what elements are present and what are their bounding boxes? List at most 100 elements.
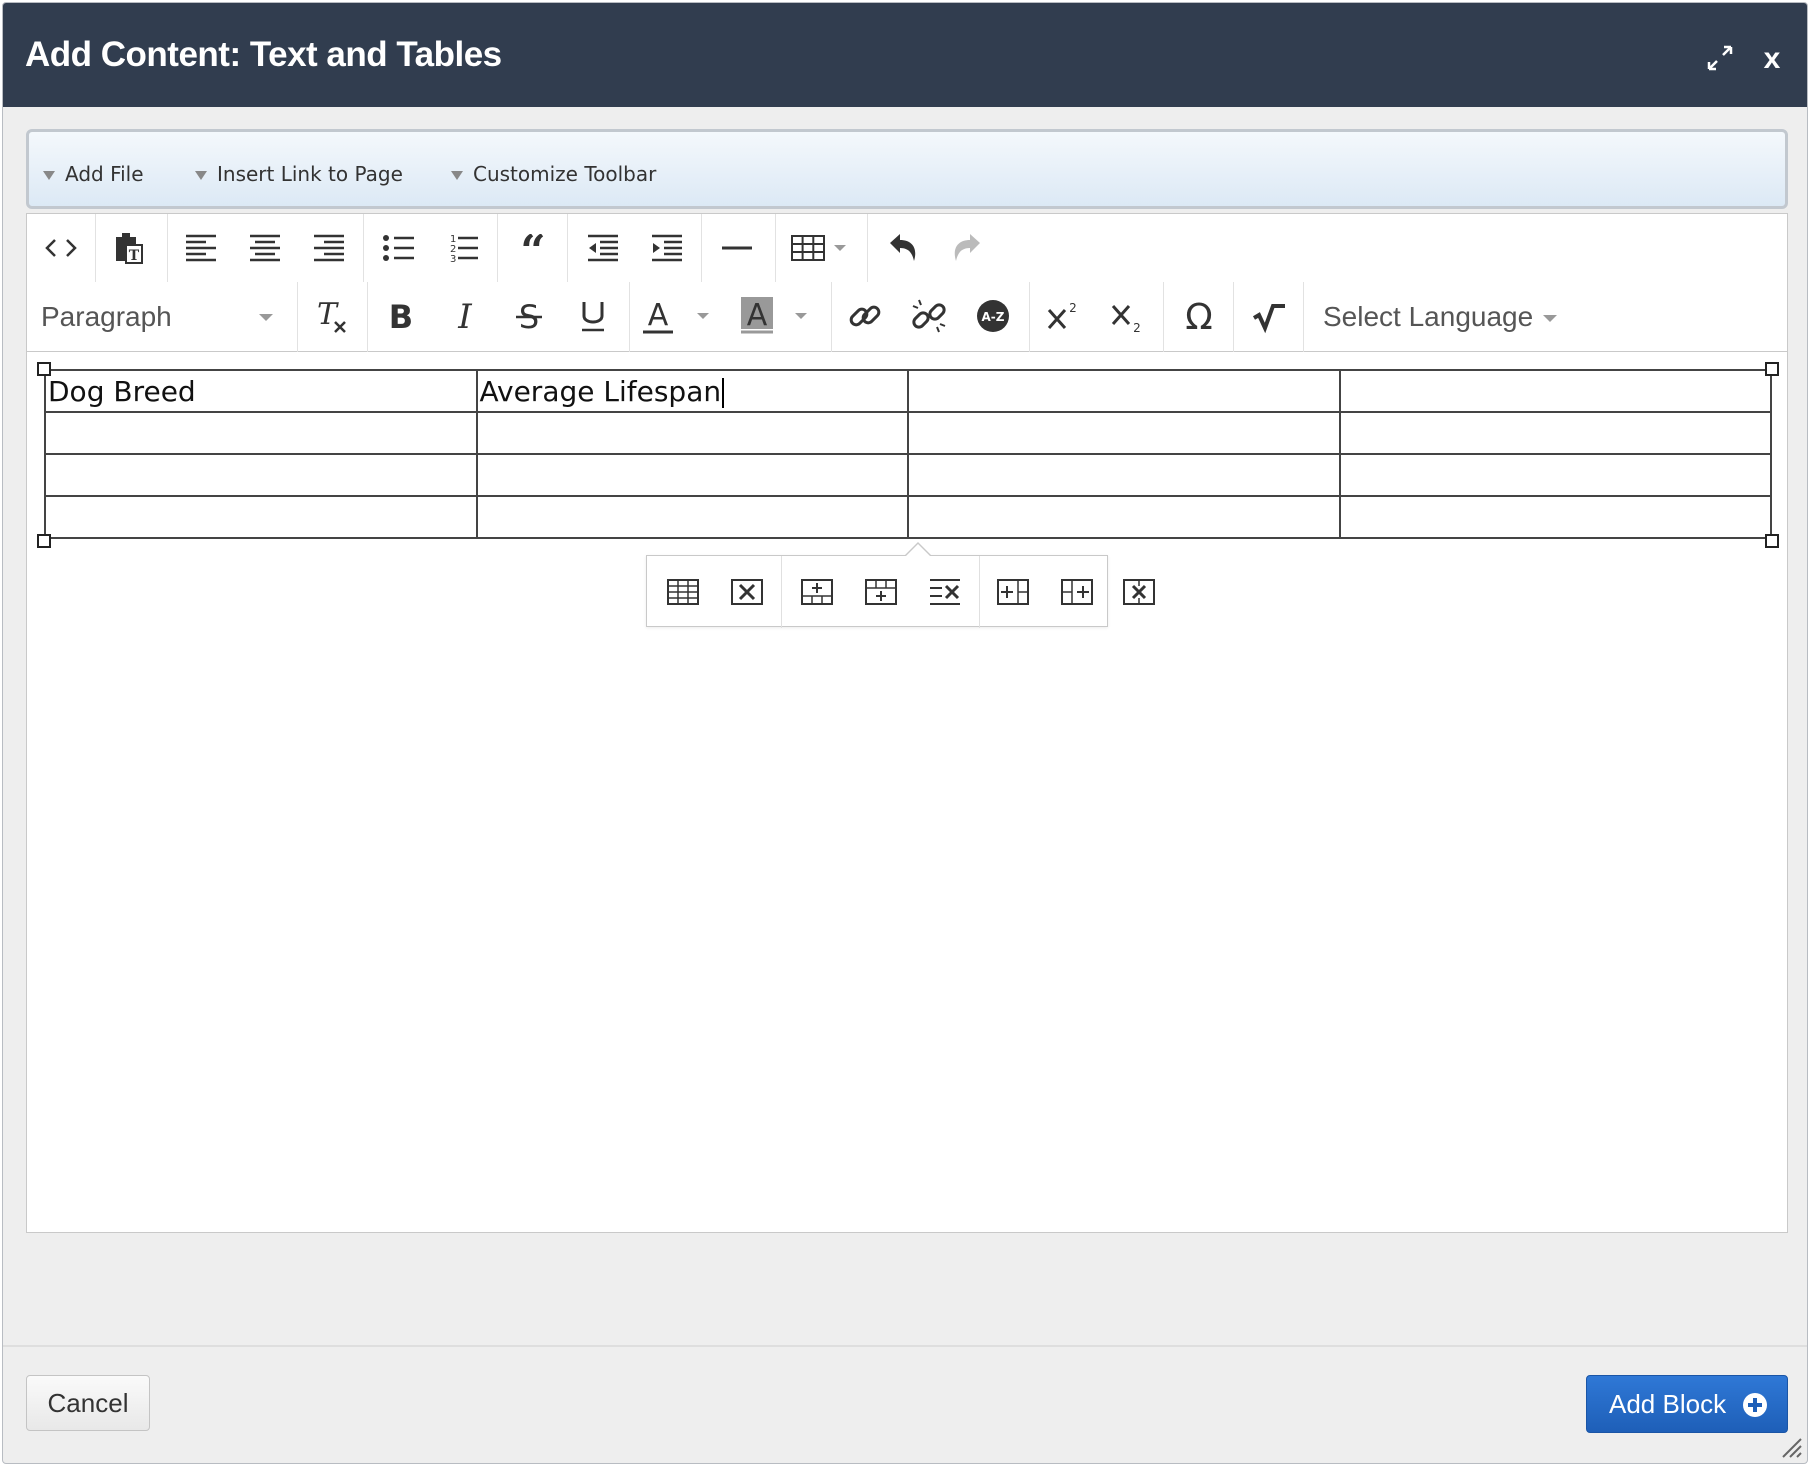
table-icon[interactable] bbox=[783, 222, 861, 274]
table-cell[interactable] bbox=[907, 411, 1341, 455]
dialog-resize-grip[interactable] bbox=[1777, 1433, 1803, 1459]
insert-link-to-page-menu[interactable]: Insert Link to Page bbox=[195, 162, 403, 186]
table-row: Dog Breed Average Lifespan bbox=[44, 369, 1772, 413]
delete-table-icon[interactable] bbox=[721, 566, 773, 618]
align-right-icon[interactable] bbox=[303, 222, 355, 274]
expand-icon[interactable] bbox=[1703, 41, 1737, 75]
underline-icon[interactable] bbox=[567, 290, 619, 342]
customize-toolbar-label: Customize Toolbar bbox=[473, 162, 657, 186]
background-color-icon[interactable]: A bbox=[735, 290, 819, 342]
table-cell[interactable] bbox=[44, 495, 478, 539]
resize-handle-top-right[interactable] bbox=[1765, 362, 1779, 376]
clear-formatting-icon[interactable]: T bbox=[305, 290, 357, 342]
table-cell[interactable] bbox=[1338, 453, 1772, 497]
insert-column-before-icon[interactable] bbox=[987, 566, 1039, 618]
svg-text:T: T bbox=[129, 248, 140, 264]
table-cell[interactable] bbox=[475, 495, 909, 539]
bullet-list-icon[interactable] bbox=[373, 222, 425, 274]
resize-handle-bottom-right[interactable] bbox=[1765, 534, 1779, 548]
link-icon[interactable] bbox=[839, 290, 891, 342]
paragraph-format-value: Paragraph bbox=[41, 301, 172, 332]
math-equation-icon[interactable] bbox=[1243, 290, 1295, 342]
toolbar-separator bbox=[979, 556, 980, 628]
toolbar-separator bbox=[95, 214, 96, 282]
table-cell[interactable] bbox=[475, 411, 909, 455]
table-cell[interactable] bbox=[1338, 411, 1772, 455]
svg-text:A: A bbox=[648, 298, 669, 333]
blockquote-icon[interactable]: “ bbox=[507, 222, 559, 274]
add-file-menu[interactable]: Add File bbox=[43, 162, 144, 186]
resize-handle-bottom-left[interactable] bbox=[37, 534, 51, 548]
table-cell[interactable] bbox=[44, 411, 478, 455]
delete-column-icon[interactable] bbox=[1113, 566, 1165, 618]
toolbar-separator bbox=[781, 556, 782, 628]
toolbar-separator bbox=[363, 214, 364, 282]
align-left-icon[interactable] bbox=[175, 222, 227, 274]
toolbar-separator bbox=[701, 214, 702, 282]
toolbar-separator bbox=[1163, 282, 1164, 352]
toolbar-separator bbox=[867, 214, 868, 282]
table-cell[interactable] bbox=[907, 369, 1341, 413]
text-cursor bbox=[722, 377, 725, 408]
add-file-label: Add File bbox=[65, 162, 144, 186]
special-character-icon[interactable]: Ω bbox=[1173, 290, 1225, 342]
close-button[interactable]: x bbox=[1755, 39, 1789, 79]
toolbar-separator bbox=[497, 214, 498, 282]
dropdown-arrow-icon bbox=[195, 171, 207, 180]
toolbar-separator bbox=[167, 214, 168, 282]
language-select[interactable]: Select Language bbox=[1323, 294, 1593, 340]
indent-icon[interactable] bbox=[641, 222, 693, 274]
glossary-icon[interactable]: A-Z bbox=[967, 290, 1019, 342]
paragraph-format-select[interactable]: Paragraph bbox=[41, 294, 281, 340]
insert-column-after-icon[interactable] bbox=[1051, 566, 1103, 618]
align-center-icon[interactable] bbox=[239, 222, 291, 274]
delete-row-icon[interactable] bbox=[919, 566, 971, 618]
content-table[interactable]: Dog Breed Average Lifespan bbox=[44, 369, 1772, 539]
table-row bbox=[44, 453, 1772, 497]
source-code-icon[interactable] bbox=[35, 222, 87, 274]
superscript-icon[interactable]: 2 bbox=[1037, 290, 1089, 342]
strikethrough-icon[interactable]: S bbox=[503, 290, 555, 342]
text-color-icon[interactable]: A bbox=[637, 290, 721, 342]
svg-text:B: B bbox=[389, 299, 413, 333]
toolbar-separator bbox=[1233, 282, 1234, 352]
table-cell[interactable] bbox=[1338, 495, 1772, 539]
table-properties-icon[interactable] bbox=[657, 566, 709, 618]
unlink-icon[interactable] bbox=[903, 290, 955, 342]
dialog-titlebar: Add Content: Text and Tables x bbox=[3, 3, 1807, 107]
redo-icon[interactable] bbox=[941, 222, 993, 274]
table-cell[interactable] bbox=[1338, 369, 1772, 413]
svg-text:T: T bbox=[317, 298, 339, 332]
italic-icon[interactable]: I bbox=[439, 290, 491, 342]
svg-text:2: 2 bbox=[1133, 321, 1141, 334]
table-cell[interactable]: Dog Breed bbox=[44, 369, 478, 413]
dropdown-arrow-icon bbox=[43, 171, 55, 180]
table-cell[interactable]: Average Lifespan bbox=[475, 369, 909, 413]
editor-content-area[interactable]: Dog Breed Average Lifespan bbox=[27, 353, 1787, 1232]
table-row bbox=[44, 411, 1772, 455]
toolbar-separator bbox=[367, 282, 368, 352]
table-cell[interactable] bbox=[907, 495, 1341, 539]
bold-icon[interactable]: B bbox=[375, 290, 427, 342]
table-cell[interactable] bbox=[44, 453, 478, 497]
toolbar-separator bbox=[775, 214, 776, 282]
insert-row-before-icon[interactable] bbox=[791, 566, 843, 618]
subscript-icon[interactable]: 2 bbox=[1101, 290, 1153, 342]
paste-as-text-icon[interactable]: T bbox=[103, 222, 155, 274]
customize-toolbar-menu[interactable]: Customize Toolbar bbox=[451, 162, 656, 186]
toolbar-separator bbox=[297, 282, 298, 352]
numbered-list-icon[interactable]: 123 bbox=[437, 222, 489, 274]
plus-circle-icon bbox=[1743, 1393, 1767, 1417]
dialog-title: Add Content: Text and Tables bbox=[25, 35, 502, 74]
undo-icon[interactable] bbox=[877, 222, 929, 274]
outdent-icon[interactable] bbox=[577, 222, 629, 274]
table-cell[interactable] bbox=[475, 453, 909, 497]
resize-handle-top-left[interactable] bbox=[37, 362, 51, 376]
insert-row-after-icon[interactable] bbox=[855, 566, 907, 618]
add-content-dialog: Add Content: Text and Tables x Add File … bbox=[2, 2, 1808, 1464]
cancel-button[interactable]: Cancel bbox=[26, 1375, 150, 1431]
add-block-button[interactable]: Add Block bbox=[1586, 1375, 1788, 1433]
toolbar-separator bbox=[629, 282, 630, 352]
horizontal-rule-icon[interactable] bbox=[711, 222, 763, 274]
table-cell[interactable] bbox=[907, 453, 1341, 497]
